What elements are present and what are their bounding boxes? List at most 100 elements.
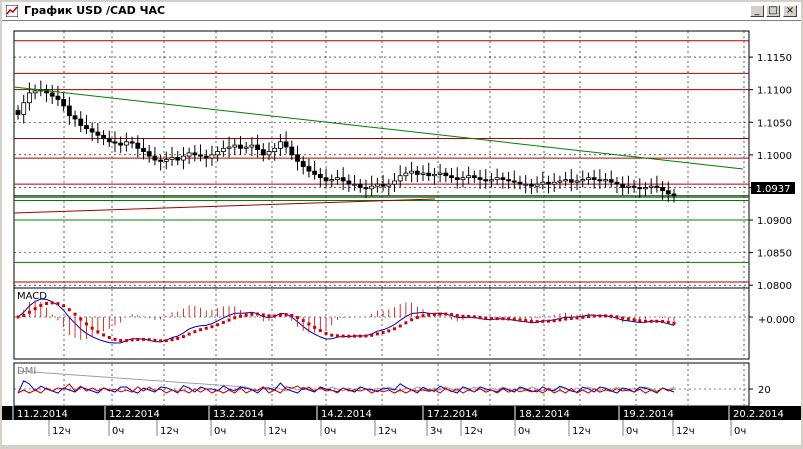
maximize-button[interactable]: □ [766, 5, 780, 17]
candle-body [500, 177, 506, 181]
candle-body [563, 179, 569, 182]
date-label: 12.2.2014 [109, 409, 160, 420]
macd-signal-point [410, 318, 414, 322]
title-bar[interactable]: График USD /CAD ЧАС _ □ × [2, 2, 801, 21]
candle-body [152, 155, 158, 161]
candle-body [186, 152, 192, 157]
candle-body [671, 193, 677, 197]
candle-body [437, 172, 443, 175]
hour-label: 12ч [52, 426, 71, 437]
macd-signal-point [335, 334, 339, 338]
macd-signal-point [398, 324, 402, 328]
price-panel [13, 30, 750, 296]
candle-body [380, 183, 386, 187]
candle-body [141, 147, 146, 152]
macd-signal-point [67, 308, 71, 312]
macd-signal-point [45, 301, 49, 305]
hour-label: 0ч [518, 426, 530, 437]
price-tick-label: 1.1100 [757, 86, 792, 97]
candle-body [101, 134, 106, 139]
macd-signal-point [643, 319, 647, 323]
macd-signal-point [199, 328, 203, 332]
candle-body [95, 131, 101, 136]
candle-body [169, 157, 175, 160]
macd-signal-point [392, 327, 396, 331]
candle-body [528, 183, 534, 187]
candle-body [118, 142, 124, 146]
macd-signal-point [170, 338, 174, 342]
price-axis: 1.11501.11001.10501.10001.09501.09001.08… [749, 53, 792, 292]
date-label: 14.2.2014 [321, 409, 372, 420]
macd-signal-point [107, 336, 111, 340]
hour-label: 0ч [324, 426, 336, 437]
price-tick-label: 1.0850 [757, 249, 792, 260]
candle-body [106, 138, 112, 143]
macd-signal-point [261, 313, 265, 317]
macd-signal-point [353, 334, 357, 338]
candle-body [243, 146, 249, 149]
macd-signal-point [404, 321, 408, 325]
candle-body [329, 179, 335, 182]
candle-body [580, 179, 586, 182]
candle-body [420, 172, 426, 175]
candle-body [523, 183, 529, 186]
candle-body [511, 180, 517, 183]
candle-body [489, 179, 494, 182]
candle-body [129, 141, 135, 144]
candle-body [460, 177, 466, 181]
candle-body [181, 155, 186, 161]
macd-signal-point [347, 334, 351, 338]
macd-signal-point [330, 333, 334, 337]
candle-body [220, 147, 226, 152]
macd-signal-point [102, 333, 106, 337]
window-title: График USD /CAD ЧАС [24, 4, 166, 17]
candle-body [386, 183, 392, 187]
candle-body [49, 92, 55, 97]
candle-body [608, 179, 614, 183]
macd-signal-point [547, 319, 551, 323]
macd-signal-point [50, 301, 54, 305]
chart-icon [6, 5, 18, 17]
candle-body [61, 99, 67, 107]
candle-body [494, 177, 500, 181]
chart-area[interactable]: 1.11501.11001.10501.10001.09501.09001.08… [2, 21, 801, 445]
candle-body [392, 180, 397, 185]
minimize-button[interactable]: _ [750, 5, 764, 17]
macd-signal-point [558, 318, 562, 322]
macd-signal-point [501, 317, 505, 321]
macd-signal-point [661, 320, 665, 324]
candle-body [135, 142, 141, 149]
candle-body [597, 179, 603, 182]
macd-signal-point [73, 312, 77, 316]
chart-svg[interactable]: 1.11501.11001.10501.10001.09501.09001.08… [2, 21, 801, 445]
date-label: 20.2.2014 [733, 409, 784, 420]
price-tick-label: 1.0800 [757, 281, 792, 292]
candle-body [215, 151, 221, 156]
macd-signal-point [153, 338, 157, 342]
candle-body [266, 151, 272, 156]
macd-signal-point [210, 325, 214, 329]
candle-body [557, 180, 563, 183]
macd-signal-point [16, 315, 20, 319]
macd-signal-point [358, 334, 362, 338]
candle-body [158, 159, 164, 162]
macd-signal-point [181, 335, 185, 339]
candle-body [414, 170, 420, 175]
macd-signal-point [564, 317, 568, 321]
macd-signal-point [290, 313, 294, 317]
candle-body [84, 125, 89, 130]
close-button[interactable]: × [783, 5, 797, 17]
candle-body [175, 157, 181, 161]
candle-body [574, 180, 580, 183]
candle-body [198, 154, 203, 157]
macd-panel [13, 287, 750, 360]
macd-signal-point [552, 319, 556, 323]
candle-body [506, 179, 511, 182]
candle-body [540, 181, 546, 185]
candle-body [352, 183, 357, 186]
macd-signal-point [387, 329, 391, 333]
hour-label: 0ч [214, 426, 226, 437]
candle-body [546, 181, 551, 185]
macd-signal-point [119, 339, 123, 343]
macd-signal-point [124, 339, 128, 343]
